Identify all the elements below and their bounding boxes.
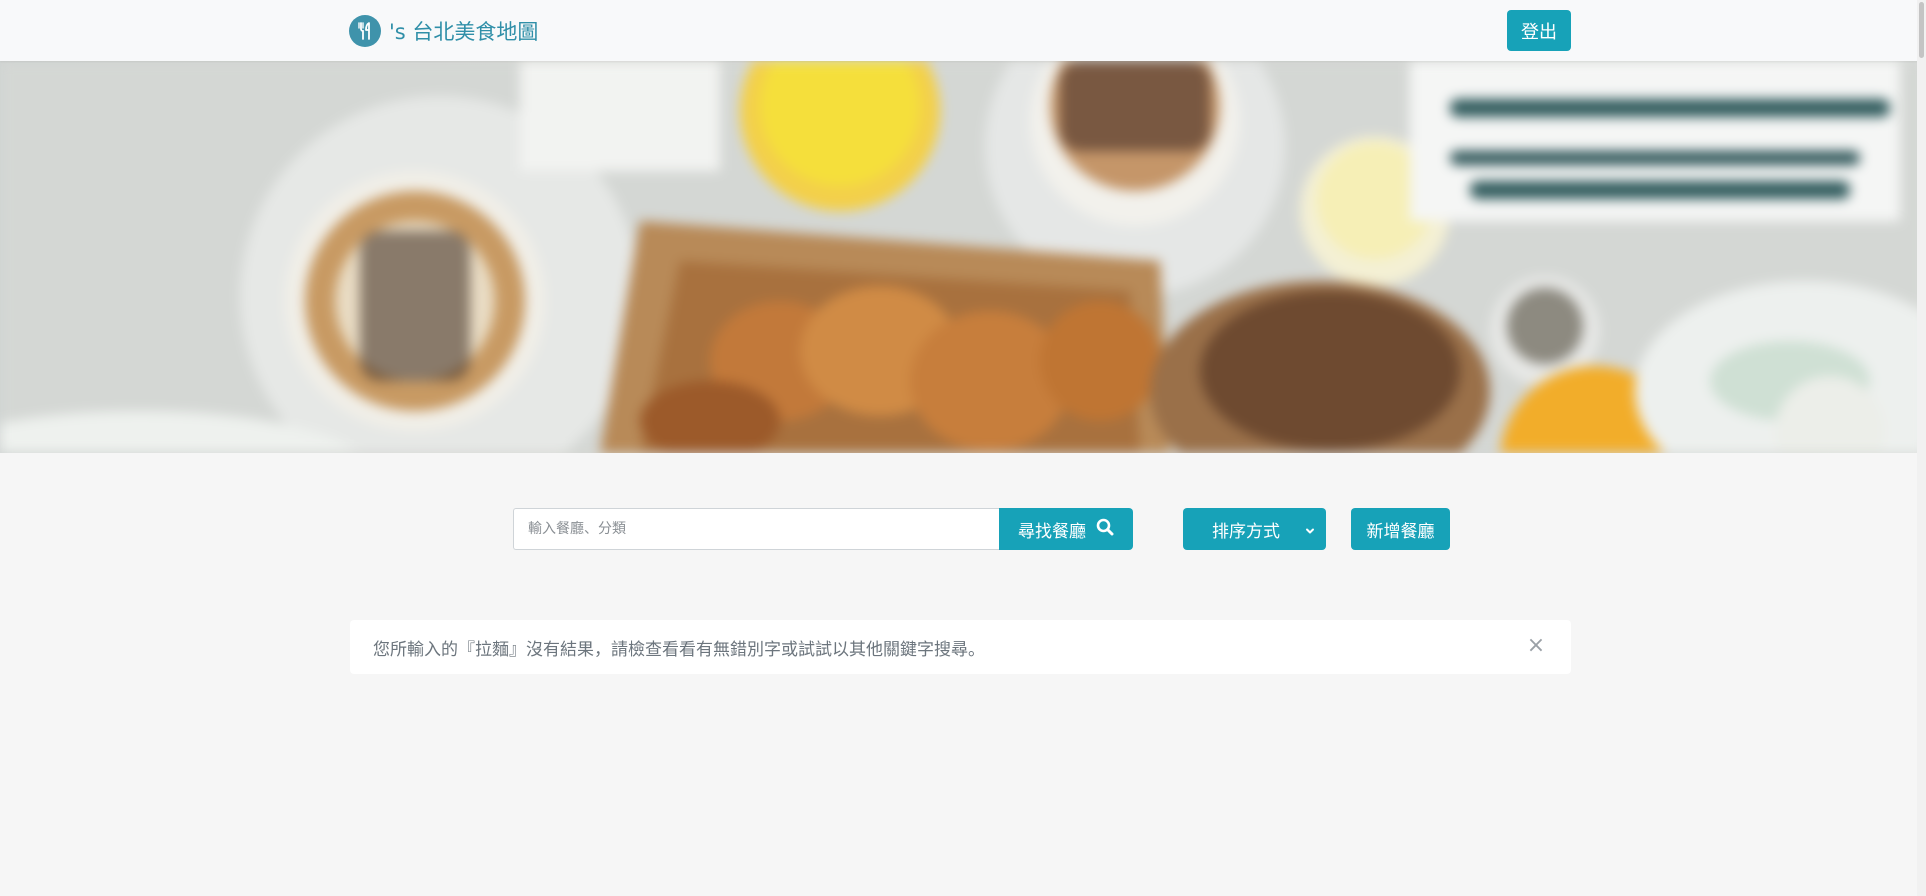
search-icon (1096, 518, 1114, 541)
close-icon[interactable]: × (1525, 635, 1547, 657)
navbar: 's 台北美食地圖 登出 (0, 0, 1926, 61)
scrollbar-thumb[interactable] (1919, 2, 1924, 58)
brand-link[interactable]: 's 台北美食地圖 (349, 14, 538, 48)
search-button[interactable]: 尋找餐廳 (999, 508, 1133, 550)
sort-select[interactable]: 排序方式 (1183, 508, 1326, 550)
brand-title: 's 台北美食地圖 (389, 20, 539, 44)
utensils-icon (349, 15, 381, 47)
sort-select-value: 排序方式 (1212, 521, 1280, 542)
search-button-label: 尋找餐廳 (1018, 521, 1086, 542)
add-restaurant-button[interactable]: 新增餐廳 (1351, 508, 1450, 550)
search-bar: 尋找餐廳 (513, 508, 1133, 550)
no-results-alert: 您所輸入的『拉麵』沒有結果，請檢查看看有無錯別字或試試以其他關鍵字搜尋。 × (350, 620, 1571, 674)
alert-message: 您所輸入的『拉麵』沒有結果，請檢查看看有無錯別字或試試以其他關鍵字搜尋。 (373, 639, 985, 660)
logout-button[interactable]: 登出 (1507, 10, 1571, 51)
hero-banner-image (0, 61, 1926, 453)
scrollbar[interactable] (1917, 0, 1926, 896)
chevron-down-icon (1304, 522, 1316, 542)
search-input[interactable] (513, 508, 999, 550)
